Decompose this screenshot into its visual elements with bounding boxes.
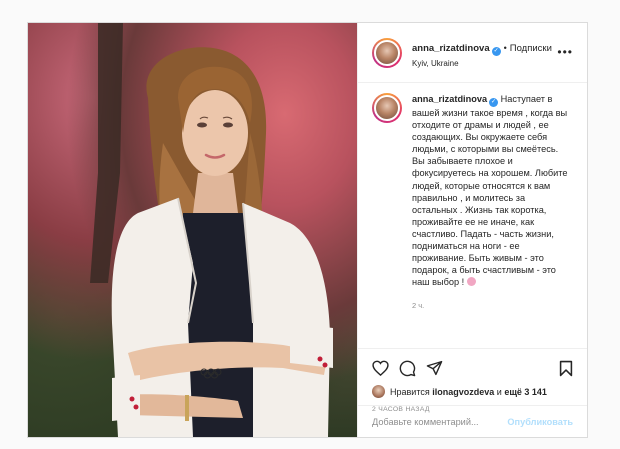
more-icon[interactable]: ••• [557,45,573,59]
share-icon[interactable] [426,360,443,376]
likes-connector: и [496,386,502,397]
separator-dot: • [503,42,507,53]
author-username[interactable]: anna_rizatdinova [412,43,490,54]
post-photo[interactable] [28,23,357,437]
publish-button[interactable]: Опубликовать [507,417,573,427]
author-avatar[interactable] [372,37,402,68]
verified-badge-icon: ✓ [491,46,501,56]
post-modal: anna_rizatdinova ✓ • Подписки Kyiv, Ukraine… [27,22,588,438]
comment-bar: Опубликовать [358,405,587,437]
likes-count[interactable]: ещё 3 141 [504,387,547,397]
portrait-illustration [90,23,333,437]
liker-username[interactable]: ilonagvozdeva [432,387,494,397]
comment-input[interactable] [372,416,508,427]
likes-summary: Нравится ilonagvozdeva и ещё 3 141 [372,385,573,398]
caption-username[interactable]: anna_rizatdinova [412,94,487,104]
caption-avatar[interactable] [372,93,402,123]
heart-emoji-icon [466,277,476,287]
verified-badge-icon: ✓ [489,98,499,107]
author-meta: anna_rizatdinova ✓ • Подписки Kyiv, Ukraine [412,38,552,68]
liker-avatar[interactable] [372,385,385,398]
post-caption: anna_rizatdinova ✓ Наступает в вашей жизн… [372,93,573,313]
post-location[interactable]: Kyiv, Ukraine [412,59,552,68]
comment-icon[interactable] [399,360,416,377]
likes-prefix: Нравится [390,386,430,397]
caption-text: Наступает в вашей жизни такое время , ко… [412,94,568,288]
heart-icon[interactable] [372,360,389,376]
post-header: anna_rizatdinova ✓ • Подписки Kyiv, Ukraine… [358,23,587,83]
caption-time: 2 ч. [412,301,425,311]
action-icons [372,357,573,379]
follow-button[interactable]: Подписки [510,43,552,54]
bookmark-icon[interactable] [559,360,573,377]
caption-body: anna_rizatdinova ✓ Наступает в вашей жизн… [412,93,572,313]
post-actions: Нравится ilonagvozdeva и ещё 3 141 2 ЧАС… [358,348,587,413]
post-side-panel: anna_rizatdinova ✓ • Подписки Kyiv, Ukraine… [357,23,587,437]
